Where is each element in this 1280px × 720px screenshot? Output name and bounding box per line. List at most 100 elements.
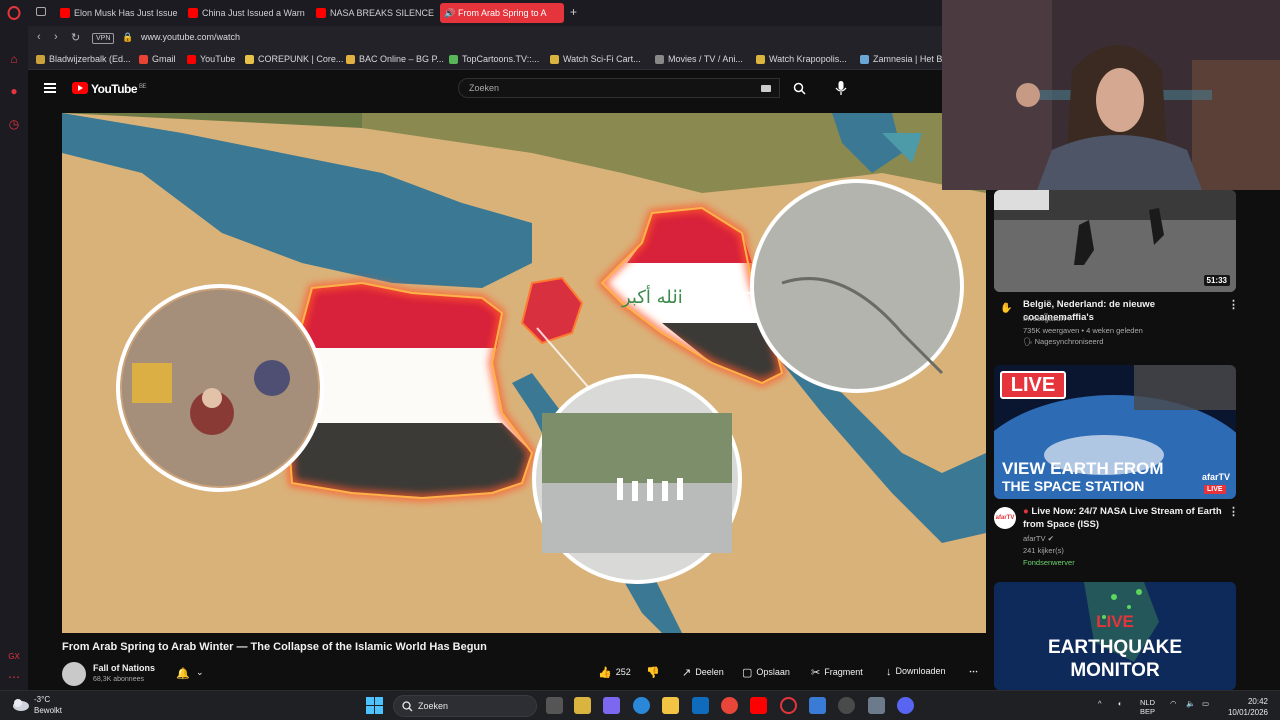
share-button[interactable]: ↗ Deelen xyxy=(682,666,724,679)
chevron-up-icon[interactable]: ^ xyxy=(1098,699,1102,708)
url-text[interactable]: www.youtube.com/watch xyxy=(141,32,240,42)
channel-name[interactable]: Fall of Nations xyxy=(93,663,155,673)
bookmark-movies[interactable]: Movies / TV / Ani... xyxy=(655,54,743,64)
chevron-down-icon[interactable]: ⌄ xyxy=(196,667,204,678)
youtube-logo-icon[interactable] xyxy=(72,82,88,94)
chrome-icon[interactable] xyxy=(721,697,738,714)
bookmark-corepunk[interactable]: COREPUNK | Core... xyxy=(245,54,343,64)
thumbs-up-icon: 👍 xyxy=(598,667,612,679)
language-indicator[interactable]: NLD BEP xyxy=(1140,698,1155,716)
bookmark-zamnesia[interactable]: Zamnesia | Het Be xyxy=(860,54,947,64)
youtube-wordmark[interactable]: YouTube BE xyxy=(91,82,147,96)
more-actions-icon[interactable]: ⋯ xyxy=(969,666,978,677)
app-icon[interactable] xyxy=(838,697,855,714)
video-meta: 735K weergaven • 4 weken geleden xyxy=(1023,326,1143,335)
play-icon xyxy=(655,55,664,64)
battery-icon[interactable]: ▭ xyxy=(1202,699,1209,708)
weather-temperature[interactable]: -3°C xyxy=(34,695,50,704)
search-box xyxy=(458,78,780,98)
windows-start-icon[interactable] xyxy=(366,697,383,714)
back-icon[interactable]: ‹ xyxy=(37,31,41,43)
more-options-icon[interactable]: ⋮ xyxy=(1228,505,1239,518)
tab-menu-icon[interactable] xyxy=(36,7,46,16)
channel-name[interactable]: Investigation ✔ xyxy=(1023,314,1074,323)
bookmark-topcartoons[interactable]: TopCartoons.TV::... xyxy=(449,54,539,64)
lock-icon[interactable]: 🔒 xyxy=(122,32,133,43)
weather-description[interactable]: Bewolkt xyxy=(34,706,62,715)
dislike-button[interactable]: 👎 xyxy=(646,666,664,679)
tab-label: Elon Musk Has Just Issue xyxy=(74,8,178,18)
clip-button[interactable]: ✂ Fragment xyxy=(811,666,863,679)
dubbed-badge: 🗣 Nagesynchroniseerd xyxy=(1023,337,1104,346)
search-button[interactable] xyxy=(780,78,818,98)
speaker-icon: 🔊 xyxy=(444,8,456,18)
search-icon xyxy=(793,82,806,95)
edge-icon[interactable] xyxy=(633,697,650,714)
history-icon[interactable]: ◷ xyxy=(7,117,21,131)
bookmark-youtube[interactable]: YouTube xyxy=(187,54,235,64)
teams-icon[interactable] xyxy=(603,697,620,714)
bookmark-scifi[interactable]: Watch Sci-Fi Cart... xyxy=(550,54,641,64)
forward-icon[interactable]: › xyxy=(54,31,58,43)
keyboard-icon[interactable] xyxy=(761,85,771,92)
messenger-icon[interactable]: ● xyxy=(7,84,21,98)
like-button[interactable]: 👍 252 xyxy=(598,666,631,679)
save-button[interactable]: ▢ Opslaan xyxy=(742,666,790,679)
bookmark-folder[interactable]: Bladwijzerbalk (Ed... xyxy=(36,54,131,64)
thumbnail-caption-line1: EARTHQUAKE xyxy=(1047,637,1183,658)
more-options-icon[interactable]: ⋮ xyxy=(1228,298,1239,311)
svg-text:الله أكبر: الله أكبر xyxy=(621,285,683,308)
youtube-favicon-icon xyxy=(60,8,70,18)
store-icon[interactable] xyxy=(574,697,591,714)
outlook-icon[interactable] xyxy=(692,697,709,714)
tray-app-icon[interactable]: ◐ xyxy=(1118,699,1123,708)
wifi-icon[interactable]: ◠ xyxy=(1170,699,1177,708)
download-button[interactable]: ↓ Downloaden xyxy=(886,666,946,678)
tab-3[interactable]: NASA BREAKS SILENCE o xyxy=(312,3,436,23)
reload-icon[interactable]: ↻ xyxy=(71,31,80,44)
microphone-icon[interactable] xyxy=(834,80,848,96)
vpn-badge[interactable]: VPN xyxy=(92,33,115,44)
tab-1[interactable]: Elon Musk Has Just Issue xyxy=(56,3,180,23)
opera-gx-icon[interactable] xyxy=(780,697,797,714)
weather-icon[interactable] xyxy=(12,696,30,717)
verified-icon: ✔ xyxy=(1047,534,1054,543)
bookmark-icon: ▢ xyxy=(742,667,753,679)
bookmark-krapopolis[interactable]: Watch Krapopolis... xyxy=(756,54,847,64)
video-thumbnail[interactable]: LIVE EARTHQUAKE MONITOR xyxy=(994,582,1236,690)
video-player[interactable]: الله أكبر xyxy=(62,113,986,633)
channel-avatar[interactable] xyxy=(62,662,86,686)
new-tab-plus-icon[interactable]: + xyxy=(570,5,577,19)
download-icon: ↓ xyxy=(886,666,892,678)
channel-name[interactable]: afarTV ✔ xyxy=(1023,534,1054,543)
video-title[interactable]: ● Live Now: 24/7 NASA Live Stream of Ear… xyxy=(1023,505,1223,531)
taskbar-search[interactable]: Zoeken xyxy=(393,695,537,717)
tab-label: From Arab Spring to A xyxy=(458,8,547,18)
more-icon[interactable]: ⋯ xyxy=(7,670,21,684)
file-explorer-icon[interactable] xyxy=(662,697,679,714)
gmail-icon xyxy=(139,55,148,64)
bag-icon[interactable]: ⌂ xyxy=(7,52,21,66)
task-view-icon[interactable] xyxy=(546,697,563,714)
bell-icon[interactable]: 🔔 xyxy=(176,667,190,680)
thumbnail-caption-line2: THE SPACE STATION xyxy=(1002,478,1145,494)
bookmark-bac[interactable]: BAC Online – BG P... xyxy=(346,54,444,64)
opera-logo-icon[interactable] xyxy=(7,6,21,20)
discord-icon[interactable] xyxy=(897,697,914,714)
video-thumbnail[interactable]: 51:33 xyxy=(994,190,1236,292)
video-thumbnail[interactable]: LIVE VIEW EARTH FROM THE SPACE STATION a… xyxy=(994,365,1236,499)
channel-avatar[interactable]: afarTV xyxy=(994,507,1016,529)
search-icon xyxy=(402,701,413,712)
calculator-icon[interactable] xyxy=(809,697,826,714)
volume-icon[interactable]: 🔈 xyxy=(1186,699,1195,708)
settings-gear-icon[interactable] xyxy=(868,697,885,714)
gx-icon[interactable]: GX xyxy=(7,650,21,664)
bookmark-gmail[interactable]: Gmail xyxy=(139,54,176,64)
tab-active[interactable]: 🔊 From Arab Spring to A xyxy=(440,3,564,23)
tab-2[interactable]: China Just Issued a Warn xyxy=(184,3,308,23)
search-input[interactable] xyxy=(469,81,749,95)
system-clock[interactable]: 20:42 10/01/2026 xyxy=(1216,696,1268,718)
youtube-app-icon[interactable] xyxy=(750,697,767,714)
thumbs-down-icon: 👎 xyxy=(646,667,660,679)
hamburger-menu-icon[interactable] xyxy=(44,83,56,93)
